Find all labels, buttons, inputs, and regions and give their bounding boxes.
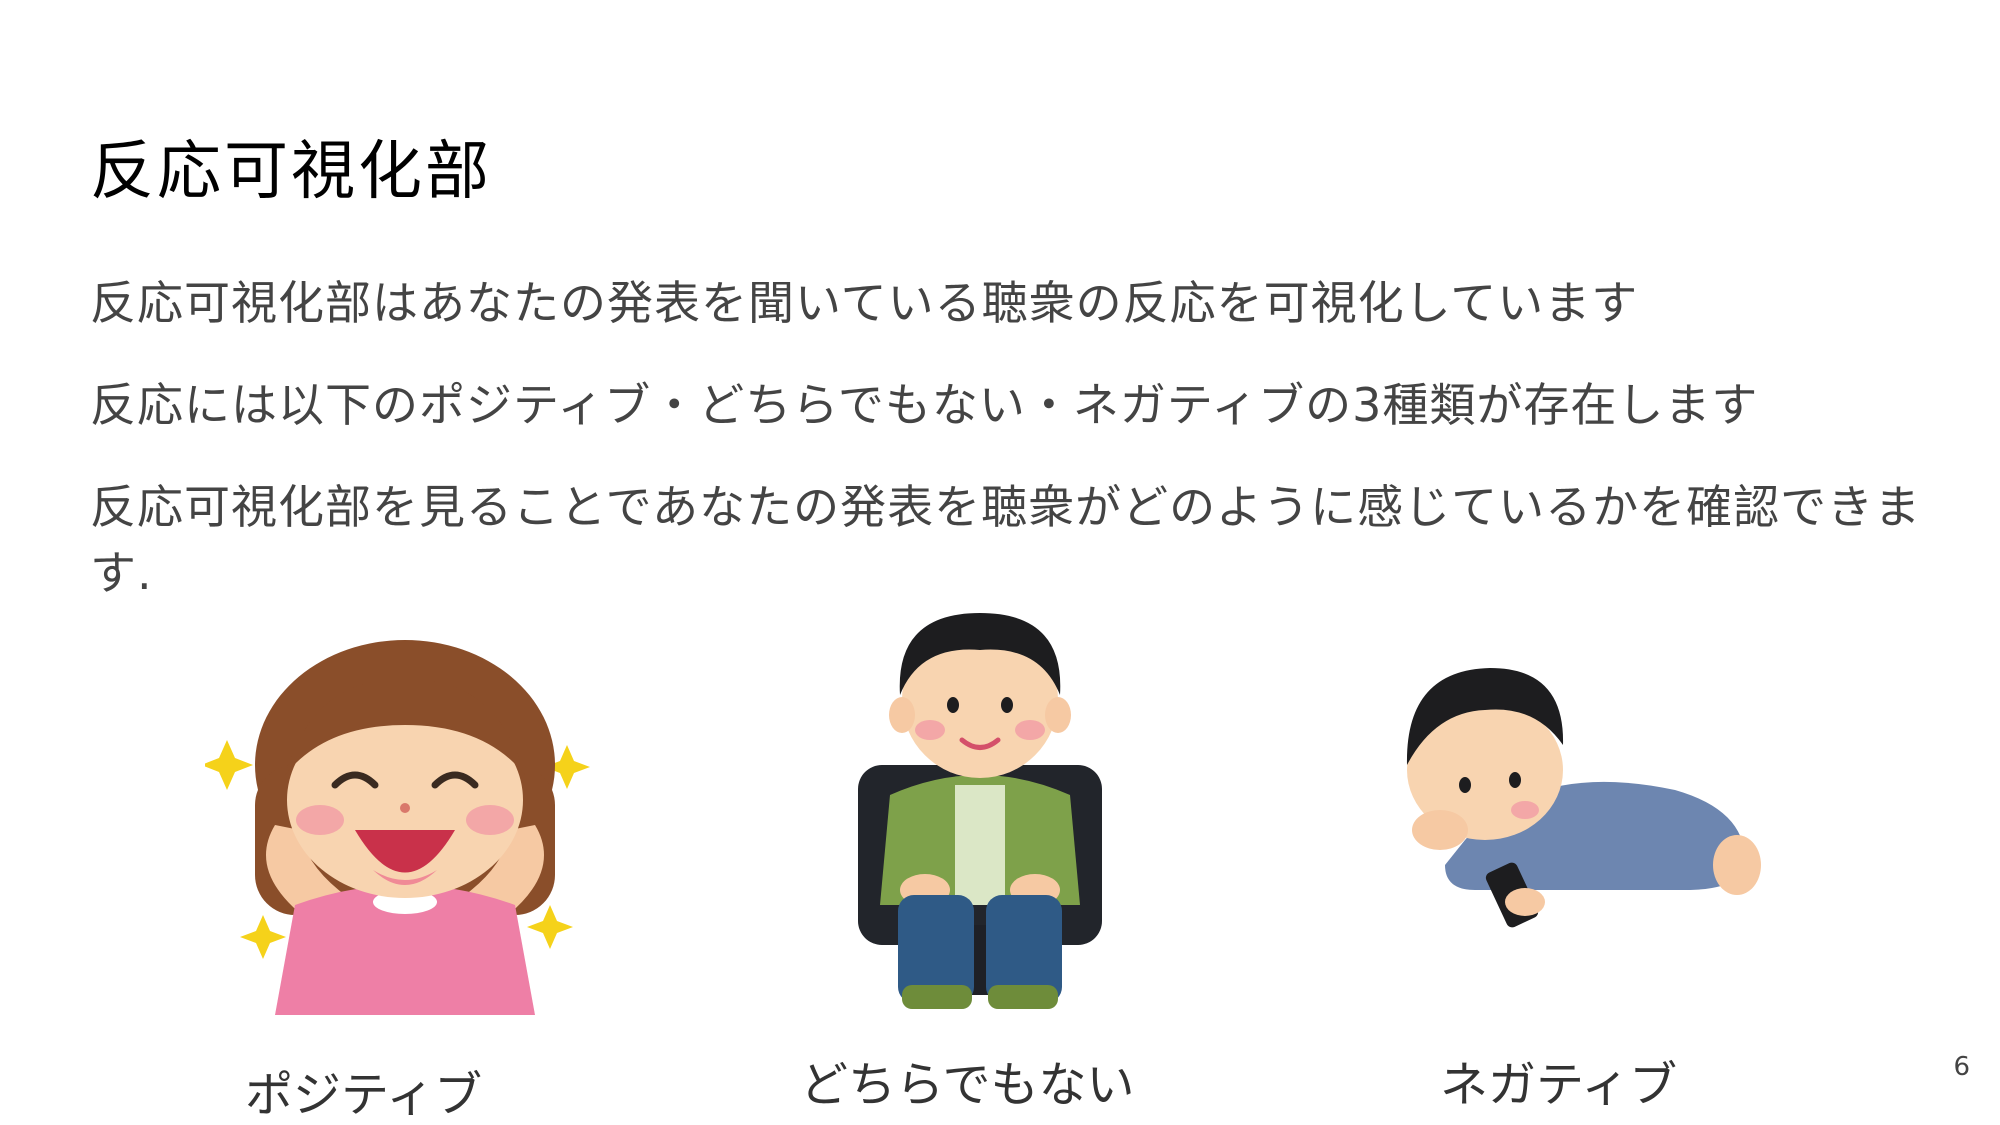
reaction-label-positive: ポジティブ xyxy=(245,1067,483,1123)
slide-title: 反応可視化部 xyxy=(90,135,492,209)
happy-girl-icon xyxy=(205,640,590,1015)
bored-man-with-phone-icon xyxy=(1406,668,1761,928)
neutral-man-icon xyxy=(858,613,1102,1009)
reaction-label-neutral: どちらでもない xyxy=(800,1057,1135,1113)
page-number: 6 xyxy=(1953,1052,1970,1082)
paragraph-3: 反応可視化部を見ることであなたの発表を聴衆がどのように感じているかを確認できます… xyxy=(90,480,1922,600)
reaction-label-negative: ネガティブ xyxy=(1440,1057,1678,1113)
slide: 反応可視化部 反応可視化部はあなたの発表を聞いている聴衆の反応を可視化しています… xyxy=(0,0,2000,1125)
paragraph-1: 反応可視化部はあなたの発表を聞いている聴衆の反応を可視化しています xyxy=(90,276,1639,330)
paragraph-2: 反応には以下のポジティブ・どちらでもない・ネガティブの3種類が存在します xyxy=(90,378,1759,432)
